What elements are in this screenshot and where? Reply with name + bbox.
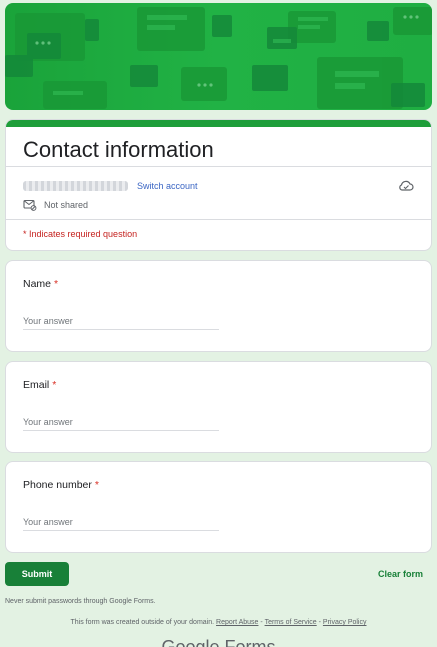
created-outside-note: This form was created outside of your do… [70, 619, 215, 626]
question-title: Email [23, 379, 50, 391]
divider [6, 166, 431, 167]
email-input[interactable] [23, 414, 219, 431]
question-card-phone: Phone number * [5, 461, 432, 553]
not-shared-label: Not shared [44, 200, 89, 210]
submit-button[interactable]: Submit [5, 562, 69, 586]
accent-bar [6, 120, 431, 127]
name-input[interactable] [23, 313, 219, 330]
google-forms-logo[interactable]: Google Forms [0, 638, 437, 647]
question-card-email: Email * [5, 361, 432, 453]
clear-form-button[interactable]: Clear form [378, 569, 423, 579]
question-label: Phone number * [23, 479, 99, 491]
question-label: Name * [23, 278, 58, 290]
required-indicator-note: * Indicates required question [23, 229, 138, 239]
privacy-policy-link[interactable]: Privacy Policy [323, 619, 367, 626]
divider [6, 219, 431, 220]
header-banner [5, 3, 432, 110]
switch-account-link[interactable]: Switch account [137, 181, 198, 191]
question-label: Email * [23, 379, 56, 391]
form-title: Contact information [23, 137, 214, 162]
cloud-sync-icon [398, 178, 414, 196]
required-asterisk: * [52, 379, 57, 391]
mail-not-shared-icon [23, 198, 37, 216]
footer-links: This form was created outside of your do… [0, 619, 437, 626]
question-title: Phone number [23, 479, 92, 491]
chat-pattern-illustration [5, 7, 432, 109]
account-email-redacted [23, 181, 128, 191]
report-abuse-link[interactable]: Report Abuse [216, 619, 258, 626]
required-asterisk: * [54, 278, 59, 290]
password-warning: Never submit passwords through Google Fo… [5, 598, 156, 605]
required-asterisk: * [94, 479, 99, 491]
phone-number-input[interactable] [23, 514, 219, 531]
terms-of-service-link[interactable]: Terms of Service [265, 619, 317, 626]
form-header-card: Contact information Switch account Not s… [5, 119, 432, 251]
question-title: Name [23, 278, 52, 290]
question-card-name: Name * [5, 260, 432, 352]
